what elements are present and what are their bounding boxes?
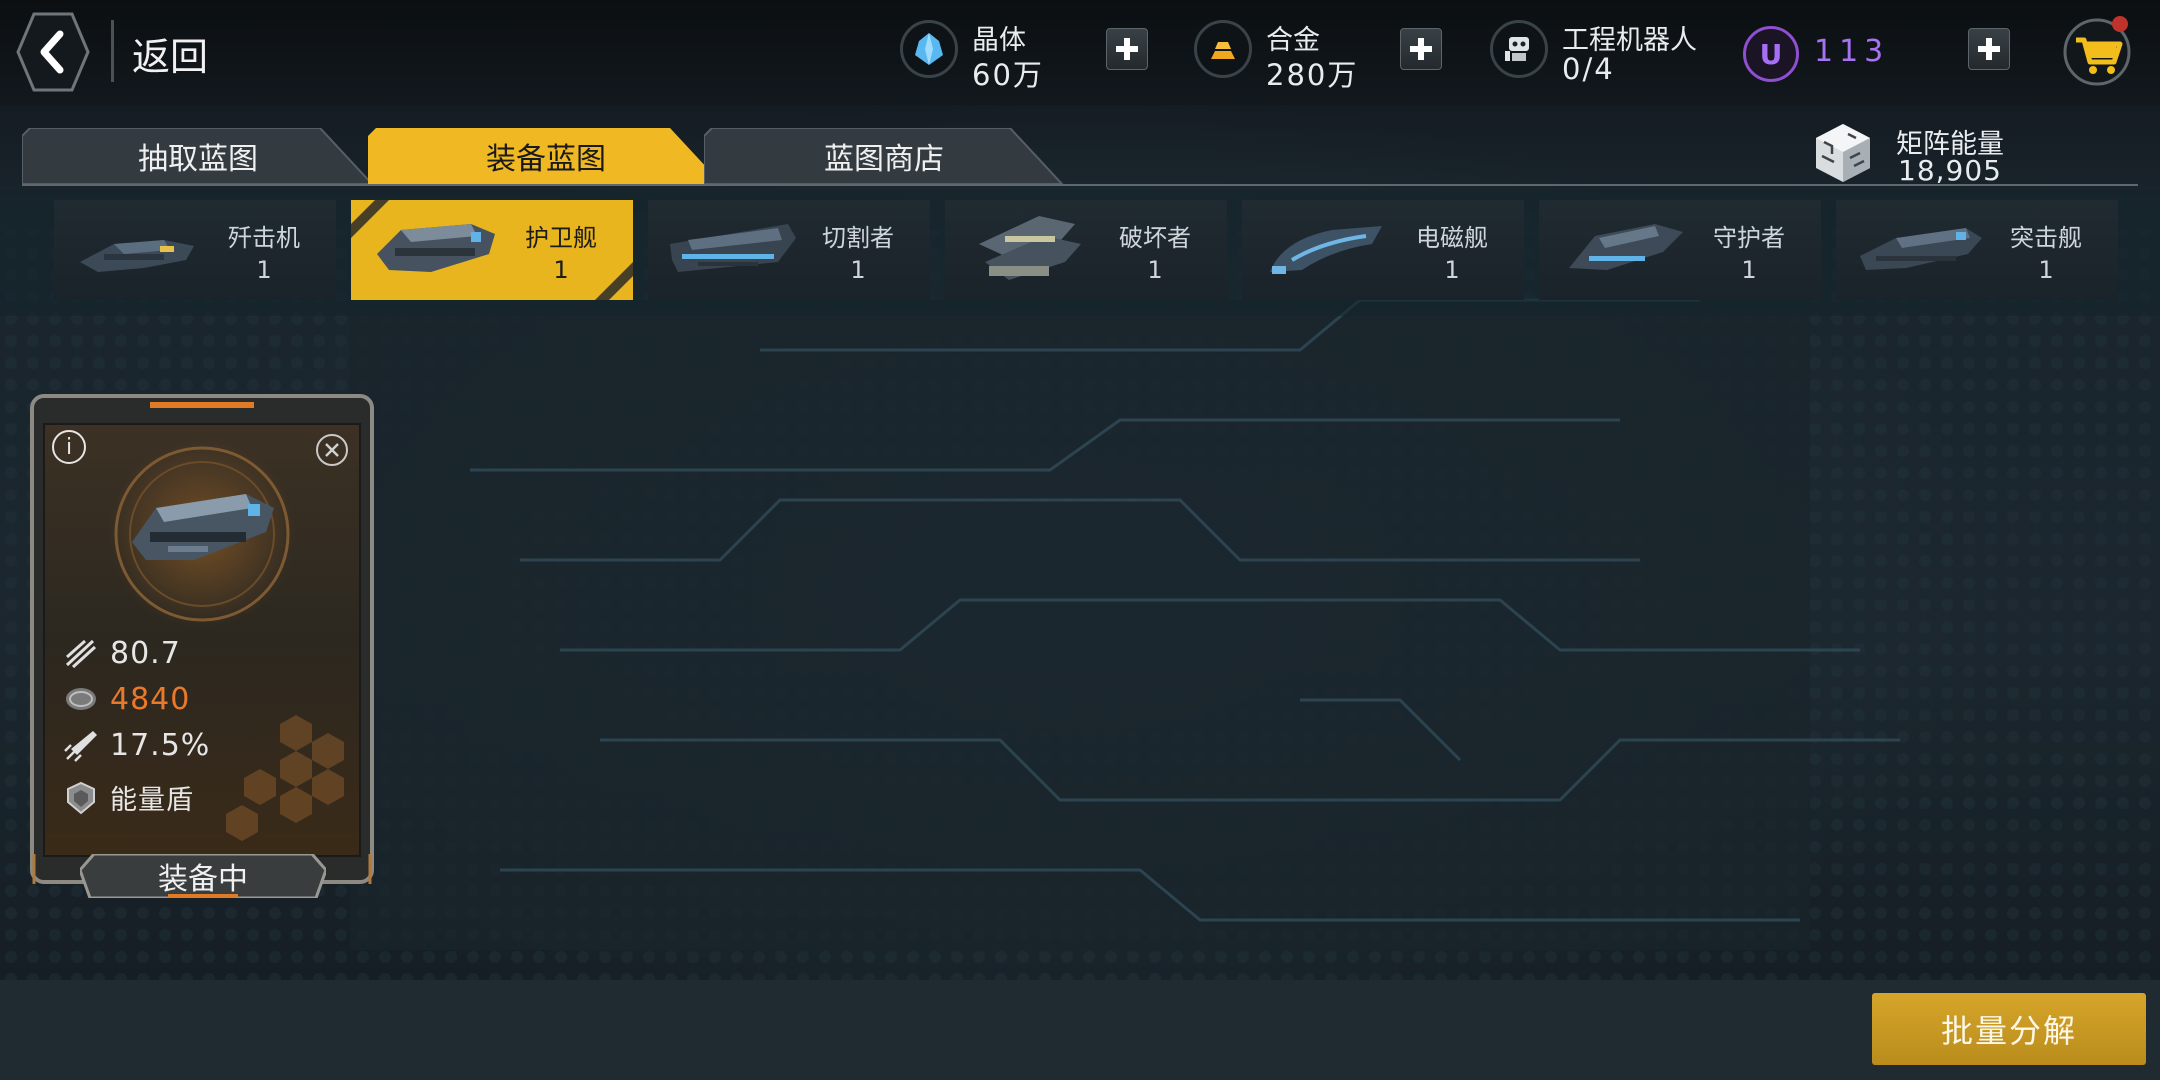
bottom-bar bbox=[0, 980, 2160, 1080]
resource-crystal: 晶体 60万 bbox=[900, 14, 1100, 92]
resource-value: 0/4 bbox=[1562, 52, 1615, 86]
premium-currency-value: 113 bbox=[1814, 34, 1890, 69]
stat-armor: 4840 bbox=[62, 680, 190, 718]
divider bbox=[111, 20, 114, 82]
ship-name: 切割者 bbox=[822, 224, 894, 252]
tab-equip-blueprint[interactable]: 装备蓝图 bbox=[368, 128, 724, 184]
equipped-status-button[interactable]: 装备中 bbox=[80, 854, 326, 898]
matrix-value: 18,905 bbox=[1898, 154, 2002, 187]
add-alloy-button[interactable] bbox=[1400, 28, 1442, 70]
cart-icon bbox=[2063, 16, 2131, 86]
resource-value: 280万 bbox=[1266, 58, 1359, 92]
ship-type-cutter[interactable]: 切割者 1 bbox=[648, 200, 930, 300]
plus-icon bbox=[1978, 38, 2000, 60]
ship-count: 1 bbox=[1444, 256, 1460, 284]
ship-type-fighter[interactable]: 歼击机 1 bbox=[54, 200, 336, 300]
ship-name: 破坏者 bbox=[1119, 224, 1191, 252]
cutter-ship-icon bbox=[670, 224, 796, 272]
premium-symbol: U bbox=[1759, 37, 1783, 71]
matrix-cube-icon bbox=[1816, 124, 1870, 182]
bulk-dismantle-button[interactable]: 批量分解 bbox=[1872, 993, 2146, 1065]
tab-label: 装备蓝图 bbox=[486, 142, 606, 177]
tab-draw-blueprint[interactable]: 抽取蓝图 bbox=[22, 128, 374, 184]
ship-count: 1 bbox=[256, 256, 272, 284]
escort-ship-icon bbox=[377, 224, 495, 272]
ship-type-assault[interactable]: 突击舰 1 bbox=[1836, 200, 2118, 300]
ship-type-escort[interactable]: 护卫舰 1 bbox=[351, 200, 633, 300]
matrix-energy: 矩阵能量 18,905 bbox=[1810, 118, 2140, 188]
plus-icon bbox=[1116, 38, 1138, 60]
ship-name: 电磁舰 bbox=[1416, 224, 1488, 252]
notification-dot bbox=[2112, 16, 2128, 32]
ship-count: 1 bbox=[850, 256, 866, 284]
speed-icon bbox=[62, 726, 100, 764]
armor-icon bbox=[62, 680, 100, 718]
stat-value: 能量盾 bbox=[110, 785, 194, 816]
back-label[interactable]: 返回 bbox=[132, 26, 208, 81]
ship-count: 1 bbox=[1147, 256, 1163, 284]
tab-label: 蓝图商店 bbox=[824, 142, 944, 177]
stat-firepower: 80.7 bbox=[62, 634, 181, 672]
ship-name: 守护者 bbox=[1713, 224, 1785, 252]
robot-icon bbox=[1490, 20, 1548, 78]
ship-type-guardian[interactable]: 守护者 1 bbox=[1539, 200, 1821, 300]
tab-label: 抽取蓝图 bbox=[138, 142, 258, 177]
destroyer-ship-icon bbox=[979, 216, 1081, 280]
back-arrow-icon bbox=[16, 12, 90, 92]
firepower-icon bbox=[62, 634, 100, 672]
ship-name: 歼击机 bbox=[228, 224, 300, 252]
stat-shield: 能量盾 bbox=[62, 778, 194, 817]
fighter-ship-icon bbox=[80, 240, 194, 272]
equipped-label: 装备中 bbox=[158, 862, 248, 897]
stat-value: 80.7 bbox=[110, 635, 181, 671]
alloy-icon bbox=[1194, 20, 1252, 78]
premium-currency-icon: U bbox=[1743, 26, 1799, 82]
emp-ship-icon bbox=[1270, 226, 1382, 274]
escort-ship-image bbox=[132, 494, 274, 560]
guardian-ship-icon bbox=[1569, 224, 1683, 270]
stat-value: 17.5% bbox=[110, 727, 211, 763]
shop-cart-button[interactable] bbox=[2062, 12, 2132, 86]
crystal-icon bbox=[900, 20, 958, 78]
ship-type-destroyer[interactable]: 破坏者 1 bbox=[945, 200, 1227, 300]
assault-ship-icon bbox=[1860, 228, 1982, 270]
resource-robot: 工程机器人 0/4 bbox=[1490, 14, 1730, 90]
resource-alloy: 合金 280万 bbox=[1194, 14, 1394, 92]
ship-name: 突击舰 bbox=[2010, 224, 2082, 252]
add-premium-button[interactable] bbox=[1968, 28, 2010, 70]
ship-name: 护卫舰 bbox=[525, 224, 597, 252]
plus-icon bbox=[1410, 38, 1432, 60]
stat-value: 4840 bbox=[110, 681, 191, 717]
resource-value: 60万 bbox=[972, 58, 1044, 92]
close-icon[interactable] bbox=[316, 434, 348, 466]
add-crystal-button[interactable] bbox=[1106, 28, 1148, 70]
ship-type-emp-ship[interactable]: 电磁舰 1 bbox=[1242, 200, 1524, 300]
ship-count: 1 bbox=[553, 256, 569, 284]
stat-speed: 17.5% bbox=[62, 726, 210, 764]
ship-count: 1 bbox=[1741, 256, 1757, 284]
back-button[interactable] bbox=[16, 12, 90, 92]
shield-icon bbox=[62, 779, 100, 817]
tab-blueprint-shop[interactable]: 蓝图商店 bbox=[704, 128, 1064, 184]
ship-count: 1 bbox=[2038, 256, 2054, 284]
info-icon[interactable]: i bbox=[52, 430, 86, 464]
